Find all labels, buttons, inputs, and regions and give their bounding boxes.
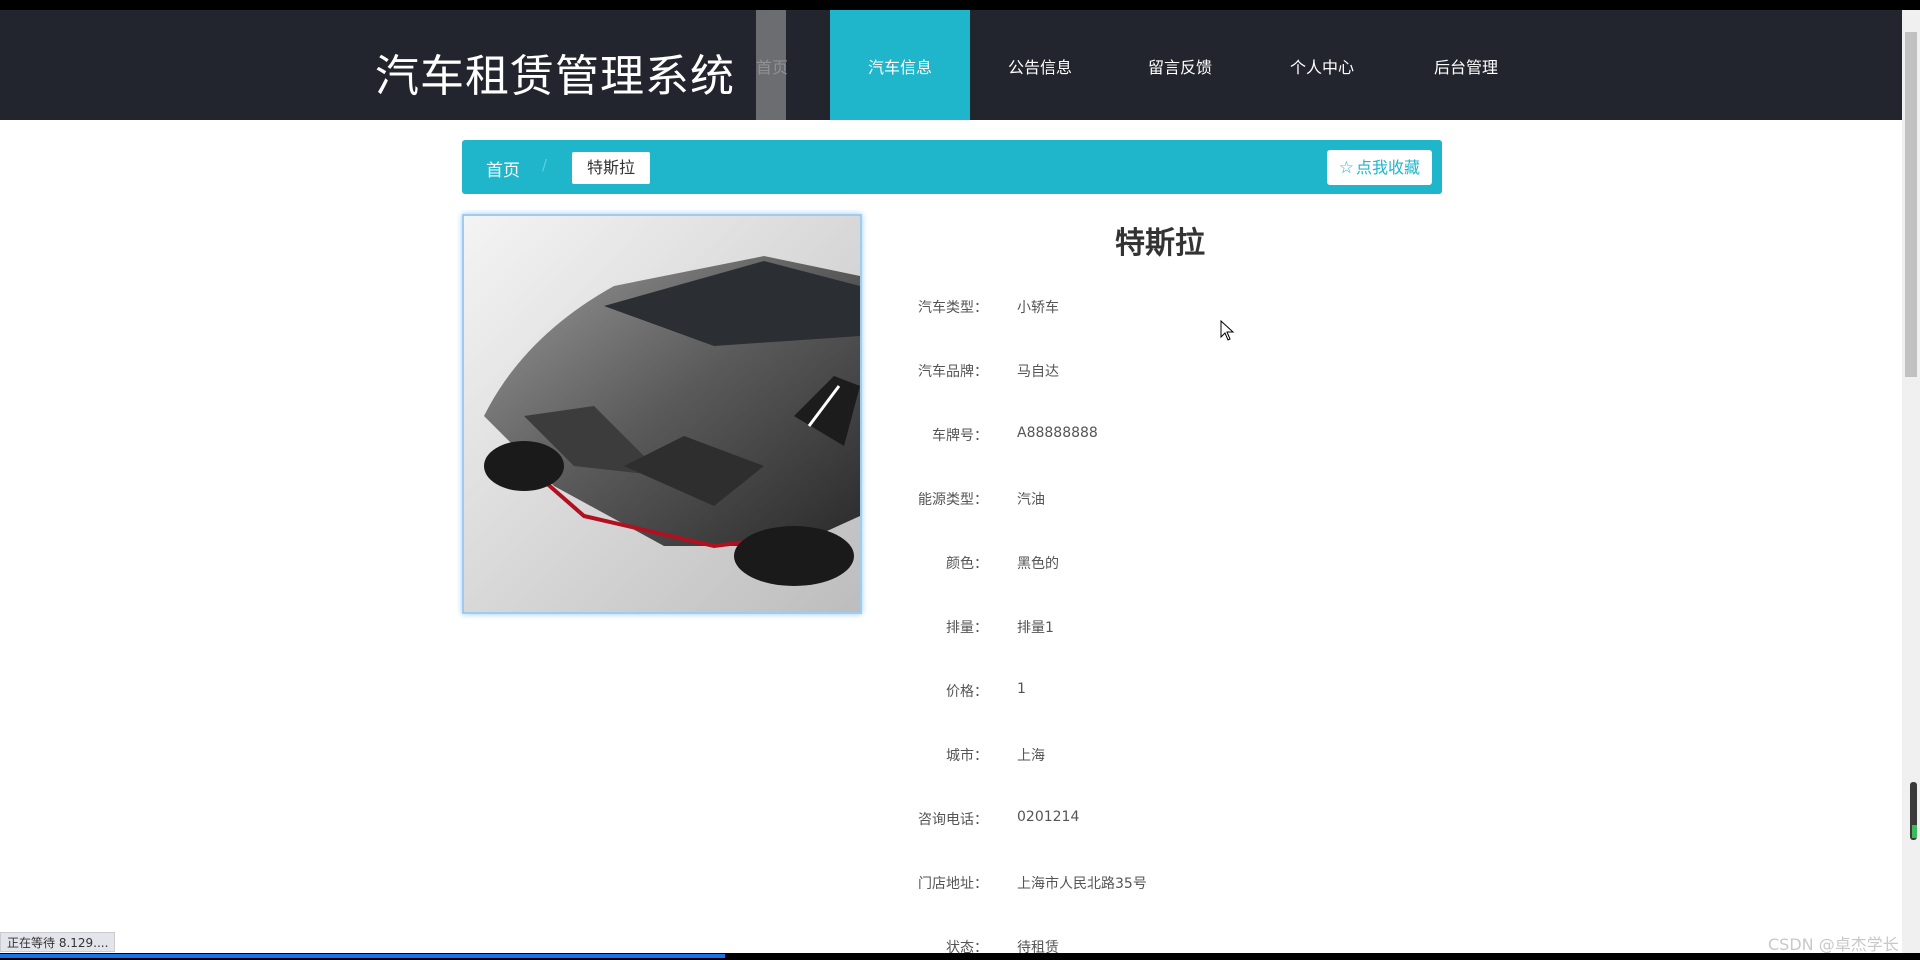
browser-status-bar: 正在等待 8.129.... — [0, 932, 116, 952]
info-value: 黑色的 — [1017, 556, 1059, 572]
breadcrumb-home-link[interactable]: 首页 — [486, 156, 520, 181]
car-image — [462, 214, 862, 614]
nav-home[interactable]: 首页 — [756, 10, 788, 120]
star-icon: ☆ — [1338, 158, 1354, 178]
info-label: 排量： — [946, 620, 988, 636]
info-value: 1 — [1017, 681, 1026, 697]
watermark: CSDN @卓杰学长 — [1768, 935, 1899, 954]
favorite-button-label: 点我收藏 — [1355, 158, 1420, 177]
nav-announcements-label: 公告信息 — [1007, 58, 1072, 77]
favorite-button[interactable]: ☆ 点我收藏 — [1326, 150, 1432, 185]
info-value: 排量1 — [1017, 620, 1054, 636]
info-label: 车牌号： — [932, 428, 988, 444]
nav-feedback[interactable]: 留言反馈 — [1110, 10, 1250, 120]
nav-admin[interactable]: 后台管理 — [1396, 10, 1536, 120]
nav-home-label: 首页 — [756, 58, 789, 77]
nav-admin-label: 后台管理 — [1433, 58, 1498, 77]
info-value: A88888888 — [1017, 425, 1098, 441]
page-scrollbar[interactable] — [1902, 10, 1920, 960]
breadcrumb: 首页 / 特斯拉 ☆ 点我收藏 — [462, 140, 1442, 194]
scroll-indicator-accent — [1912, 825, 1917, 838]
info-value: 0201214 — [1017, 809, 1080, 825]
nav-personal-center[interactable]: 个人中心 — [1252, 10, 1392, 120]
scrollbar-thumb[interactable] — [1905, 32, 1917, 377]
info-value: 汽油 — [1017, 492, 1045, 508]
info-value: 上海市人民北路35号 — [1017, 876, 1147, 892]
nav-car-info-label: 汽车信息 — [867, 58, 932, 77]
info-label: 颜色： — [946, 556, 988, 572]
info-label: 咨询电话： — [918, 812, 988, 828]
mouse-cursor-icon — [1220, 320, 1235, 341]
car-title: 特斯拉 — [1115, 226, 1205, 261]
site-title: 汽车租赁管理系统 — [375, 51, 735, 102]
info-value: 小轿车 — [1017, 300, 1059, 316]
info-label: 能源类型： — [918, 492, 988, 508]
info-label: 汽车品牌： — [918, 364, 988, 380]
nav-feedback-label: 留言反馈 — [1147, 58, 1212, 77]
info-label: 价格： — [946, 684, 988, 700]
breadcrumb-current: 特斯拉 — [572, 152, 651, 184]
info-label: 汽车类型： — [918, 300, 988, 316]
info-label: 门店地址： — [918, 876, 988, 892]
loading-progress-bar — [0, 954, 725, 958]
nav-personal-center-label: 个人中心 — [1289, 58, 1354, 77]
info-value: 马自达 — [1017, 364, 1059, 380]
window-top-border — [0, 0, 1920, 10]
nav-announcements[interactable]: 公告信息 — [970, 10, 1110, 120]
breadcrumb-separator: / — [542, 156, 548, 174]
car-illustration — [464, 216, 860, 612]
info-label: 城市： — [946, 748, 988, 764]
nav-car-info[interactable]: 汽车信息 — [830, 10, 970, 120]
top-navbar: 汽车租赁管理系统 首页 汽车信息 公告信息 留言反馈 个人中心 后台管理 — [0, 10, 1902, 120]
info-value: 上海 — [1017, 748, 1045, 764]
